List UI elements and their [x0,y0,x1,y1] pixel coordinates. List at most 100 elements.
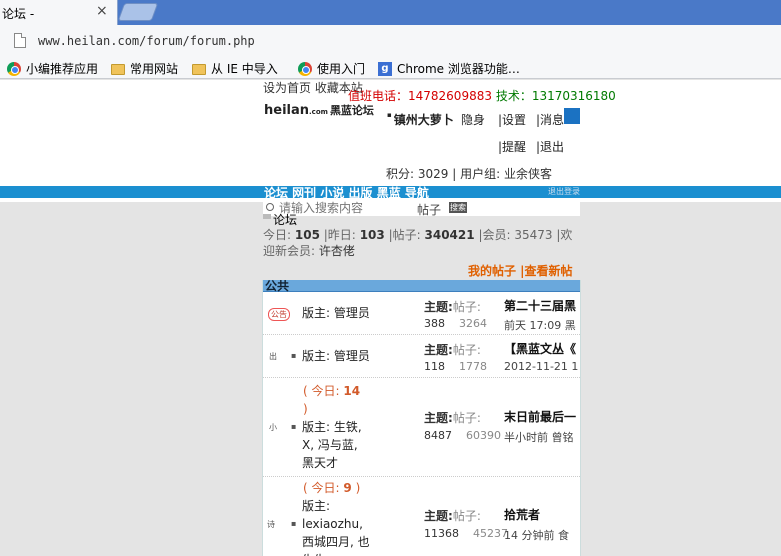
logo-text: heilan [264,103,310,118]
bookmark-label: 从 IE 中导入 [211,62,278,76]
bookmark-item[interactable]: 使用入门 [298,60,365,77]
row-counts: 388 3264 [424,317,487,330]
forum-icon[interactable]: 小 [269,422,277,433]
bookmark-item[interactable]: 常用网站 [111,60,178,77]
moderator-line[interactable]: 西城四月, 也 [302,535,370,549]
posts-count: 60390 [466,429,501,442]
row-counts: 11368 45237 [424,527,508,540]
moderator-line[interactable]: 黑天才 [302,456,338,470]
page-viewport: 设为首页 收藏本站 值班电话：14782609883 技术：1317031618… [0,80,781,556]
moderator-line[interactable]: lexiaozhu, [302,517,363,531]
user-group[interactable]: | 用户组: 业余侠客 [452,167,552,181]
last-post-time[interactable]: 2012-11-21 1 [504,360,578,373]
stat-posts: 340421 [424,228,475,242]
moderator: 版主: 管理员 [302,349,370,363]
forum-sub-icon: ▪ [291,422,297,431]
stat-tail: |欢 [556,228,573,242]
tab-title: 论坛 - [2,7,35,21]
new-tab-button[interactable] [117,3,159,21]
newest-member[interactable]: 许杏佬 [319,244,355,258]
today-count: ( 今日: 9 ) [303,479,360,497]
topics-count: 11368 [424,527,459,540]
moderator-line: 版主: 生铁, [302,420,362,434]
row-stat-labels: 主题:帖子: [424,298,481,315]
tech-phone: 技术：13170316180 [495,89,616,103]
message-icon[interactable] [564,108,580,124]
last-post-time[interactable]: 14 分钟前 食 [504,527,569,543]
bookmark-label: Chrome 浏览器功能… [397,62,520,76]
topics-count: 8487 [424,429,452,442]
forum-icon[interactable]: 诗 [267,519,275,530]
browser-tab-bar: 论坛 - × [0,0,781,25]
my-posts-links[interactable]: 我的帖子 |查看新帖 [468,262,580,279]
search-icon [266,203,274,211]
today-label: ( 今日: [303,384,340,398]
messages-link[interactable]: |消息 [536,111,564,128]
posts-count: 1778 [459,360,487,373]
stat-yesterday: 103 [359,228,385,242]
search-type-select[interactable]: 帖子 [417,201,441,218]
forum-icon[interactable]: 出 [269,351,277,362]
browser-tab[interactable]: 论坛 - × [0,0,118,25]
bookmark-label: 常用网站 [130,62,179,76]
bookmark-label: 使用入门 [317,62,366,76]
today-count: ( 今日: 14) [303,382,360,418]
last-post-title[interactable]: 第二十三届黑 [504,297,576,314]
chrome-icon [298,61,312,76]
last-post-title[interactable]: 拾荒者 [504,506,540,523]
home-icon[interactable] [263,214,271,219]
moderator-line[interactable]: X, 冯与蓝, [302,438,358,452]
hide-link[interactable]: 隐身 [461,111,485,128]
site-logo[interactable]: heilan.com 黑蓝论坛 [264,102,374,118]
bookmark-item[interactable]: 从 IE 中导入 [192,60,278,77]
today-value: 9 [343,481,352,495]
posts-count: 45237 [473,527,508,540]
forum-sub-icon: ▪ [291,519,297,528]
topics-label: 主题: [424,300,453,314]
moderator: 版主: 管理员 [302,306,370,320]
credits-value[interactable]: 积分: 3029 [386,167,448,181]
chrome-icon [7,61,21,76]
nav-right-link[interactable]: 退出登录 [548,186,580,197]
topics-label: 主题: [424,411,453,425]
row-stat-labels: 主题:帖子: [424,341,481,358]
topics-label: 主题: [424,509,453,523]
forum-category: 公共 公告 版主: 管理员 主题:帖子: 388 3264 第二十三届黑 前天 1… [262,280,581,556]
posts-label: 帖子: [452,343,481,357]
bookmark-item[interactable]: 小编推荐应用 [7,60,98,77]
stat-label: |会员: [478,228,511,242]
contact-phones: 值班电话：14782609883 技术：13170316180 [348,87,616,104]
username-link[interactable]: 镇州大萝卜 [387,111,454,128]
folder-icon [111,64,125,75]
last-post-time[interactable]: 前天 17:09 黑 [504,317,576,333]
google-icon: g [378,61,392,76]
posts-label: 帖子: [452,411,481,425]
stat-today: 105 [294,228,320,242]
last-post-title[interactable]: 末日前最后一 [504,408,576,425]
url-field[interactable]: www.heilan.com/forum/forum.php [38,34,255,48]
logout-link[interactable]: |退出 [536,138,564,155]
bookmark-item[interactable]: g Chrome 浏览器功能… [378,60,520,77]
stat-label: |昨日: [323,228,356,242]
row-counts: 118 1778 [424,360,487,373]
stat-label: |帖子: [388,228,421,242]
last-post-time[interactable]: 半小时前 曾铭 [504,429,574,445]
moderator: 版主: 生铁, X, 冯与蓝, 黑天才 [302,418,362,472]
close-tab-icon[interactable]: × [96,3,108,19]
bookmark-label: 小编推荐应用 [26,62,99,76]
logo-domain: .com [309,108,328,116]
posts-label: 帖子: [452,509,481,523]
search-button[interactable]: 搜索 [449,202,467,213]
forum-icon[interactable]: 公告 [268,308,290,321]
remind-link[interactable]: |提醒 [498,138,526,155]
category-title[interactable]: 公共 [265,280,289,294]
settings-link[interactable]: |设置 [498,111,526,128]
forum-row: 公告 版主: 管理员 主题:帖子: 388 3264 第二十三届黑 前天 17:0… [263,293,580,335]
today-label: ( 今日: [303,481,340,495]
posts-label: 帖子: [452,300,481,314]
row-stat-labels: 主题:帖子: [424,409,481,426]
last-post-title[interactable]: 【黑蓝文丛《 [504,340,576,357]
bookmarks-bar: 小编推荐应用 常用网站 从 IE 中导入 使用入门 g Chrome 浏览器功能… [0,57,781,79]
duty-phone: 值班电话：14782609883 [348,89,492,103]
search-input[interactable] [279,201,409,215]
